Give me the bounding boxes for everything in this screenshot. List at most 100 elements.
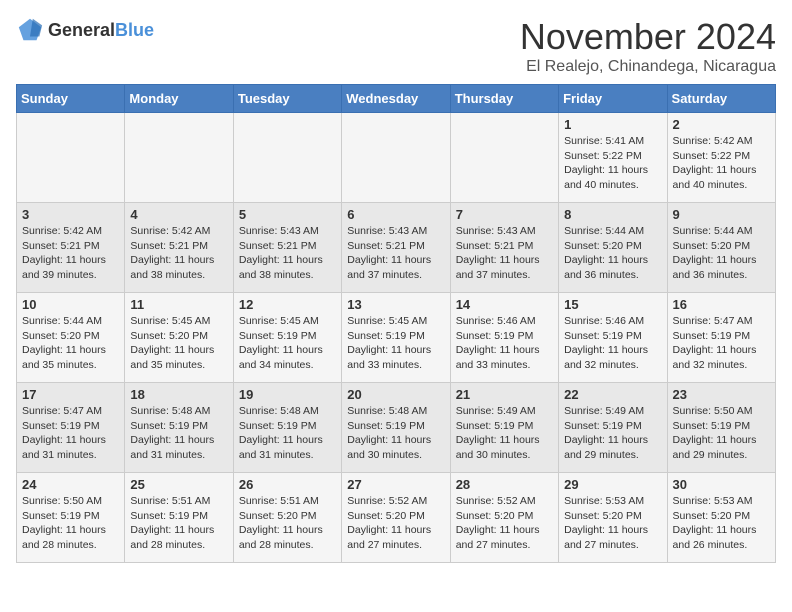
day-cell: 19 Sunrise: 5:48 AMSunset: 5:19 PMDayligh… xyxy=(233,383,341,473)
day-number: 4 xyxy=(130,207,227,222)
week-row-3: 10 Sunrise: 5:44 AMSunset: 5:20 PMDayligh… xyxy=(17,293,776,383)
day-info: Sunrise: 5:43 AMSunset: 5:21 PMDaylight:… xyxy=(456,224,553,283)
day-number: 30 xyxy=(673,477,770,492)
calendar-table: Sunday Monday Tuesday Wednesday Thursday… xyxy=(16,84,776,563)
day-number: 28 xyxy=(456,477,553,492)
day-number: 13 xyxy=(347,297,444,312)
day-cell xyxy=(125,113,233,203)
day-info: Sunrise: 5:47 AMSunset: 5:19 PMDaylight:… xyxy=(22,404,119,463)
day-cell: 15 Sunrise: 5:46 AMSunset: 5:19 PMDayligh… xyxy=(559,293,667,383)
day-info: Sunrise: 5:52 AMSunset: 5:20 PMDaylight:… xyxy=(347,494,444,553)
day-number: 14 xyxy=(456,297,553,312)
day-info: Sunrise: 5:44 AMSunset: 5:20 PMDaylight:… xyxy=(22,314,119,373)
day-cell: 24 Sunrise: 5:50 AMSunset: 5:19 PMDayligh… xyxy=(17,473,125,563)
day-cell: 3 Sunrise: 5:42 AMSunset: 5:21 PMDaylight… xyxy=(17,203,125,293)
day-info: Sunrise: 5:41 AMSunset: 5:22 PMDaylight:… xyxy=(564,134,661,193)
page-header: GeneralBlue November 2024 El Realejo, Ch… xyxy=(16,16,776,76)
day-number: 10 xyxy=(22,297,119,312)
day-info: Sunrise: 5:49 AMSunset: 5:19 PMDaylight:… xyxy=(456,404,553,463)
day-cell: 17 Sunrise: 5:47 AMSunset: 5:19 PMDayligh… xyxy=(17,383,125,473)
day-info: Sunrise: 5:45 AMSunset: 5:19 PMDaylight:… xyxy=(239,314,336,373)
day-number: 18 xyxy=(130,387,227,402)
week-row-4: 17 Sunrise: 5:47 AMSunset: 5:19 PMDayligh… xyxy=(17,383,776,473)
day-cell: 20 Sunrise: 5:48 AMSunset: 5:19 PMDayligh… xyxy=(342,383,450,473)
day-cell: 13Sunrise: 5:45 AMSunset: 5:19 PMDayligh… xyxy=(342,293,450,383)
weekday-header-row: Sunday Monday Tuesday Wednesday Thursday… xyxy=(17,85,776,113)
day-number: 19 xyxy=(239,387,336,402)
day-info: Sunrise: 5:42 AMSunset: 5:21 PMDaylight:… xyxy=(130,224,227,283)
day-number: 8 xyxy=(564,207,661,222)
day-info: Sunrise: 5:48 AMSunset: 5:19 PMDaylight:… xyxy=(239,404,336,463)
logo-icon xyxy=(16,16,44,44)
day-number: 23 xyxy=(673,387,770,402)
calendar-subtitle: El Realejo, Chinandega, Nicaragua xyxy=(520,58,776,76)
day-info: Sunrise: 5:48 AMSunset: 5:19 PMDaylight:… xyxy=(130,404,227,463)
day-info: Sunrise: 5:49 AMSunset: 5:19 PMDaylight:… xyxy=(564,404,661,463)
day-cell: 11 Sunrise: 5:45 AMSunset: 5:20 PMDayligh… xyxy=(125,293,233,383)
logo-text-blue: Blue xyxy=(115,20,154,40)
day-cell: 4 Sunrise: 5:42 AMSunset: 5:21 PMDaylight… xyxy=(125,203,233,293)
day-info: Sunrise: 5:50 AMSunset: 5:19 PMDaylight:… xyxy=(22,494,119,553)
day-info: Sunrise: 5:53 AMSunset: 5:20 PMDaylight:… xyxy=(564,494,661,553)
day-info: Sunrise: 5:45 AMSunset: 5:20 PMDaylight:… xyxy=(130,314,227,373)
day-number: 7 xyxy=(456,207,553,222)
day-cell: 22 Sunrise: 5:49 AMSunset: 5:19 PMDayligh… xyxy=(559,383,667,473)
day-number: 22 xyxy=(564,387,661,402)
week-row-5: 24 Sunrise: 5:50 AMSunset: 5:19 PMDayligh… xyxy=(17,473,776,563)
day-cell: 21 Sunrise: 5:49 AMSunset: 5:19 PMDayligh… xyxy=(450,383,558,473)
day-info: Sunrise: 5:47 AMSunset: 5:19 PMDaylight:… xyxy=(673,314,770,373)
day-number: 27 xyxy=(347,477,444,492)
day-cell: 6 Sunrise: 5:43 AMSunset: 5:21 PMDaylight… xyxy=(342,203,450,293)
day-info: Sunrise: 5:42 AMSunset: 5:21 PMDaylight:… xyxy=(22,224,119,283)
day-cell xyxy=(17,113,125,203)
day-number: 6 xyxy=(347,207,444,222)
day-cell: 26 Sunrise: 5:51 AMSunset: 5:20 PMDayligh… xyxy=(233,473,341,563)
day-number: 5 xyxy=(239,207,336,222)
day-cell: 5 Sunrise: 5:43 AMSunset: 5:21 PMDaylight… xyxy=(233,203,341,293)
day-info: Sunrise: 5:51 AMSunset: 5:20 PMDaylight:… xyxy=(239,494,336,553)
day-info: Sunrise: 5:44 AMSunset: 5:20 PMDaylight:… xyxy=(564,224,661,283)
day-number: 20 xyxy=(347,387,444,402)
day-number: 1 xyxy=(564,117,661,132)
logo: GeneralBlue xyxy=(16,16,154,44)
day-number: 15 xyxy=(564,297,661,312)
day-cell: 10 Sunrise: 5:44 AMSunset: 5:20 PMDayligh… xyxy=(17,293,125,383)
day-number: 21 xyxy=(456,387,553,402)
day-cell: 7 Sunrise: 5:43 AMSunset: 5:21 PMDaylight… xyxy=(450,203,558,293)
day-number: 17 xyxy=(22,387,119,402)
day-cell: 29 Sunrise: 5:53 AMSunset: 5:20 PMDayligh… xyxy=(559,473,667,563)
day-cell: 27 Sunrise: 5:52 AMSunset: 5:20 PMDayligh… xyxy=(342,473,450,563)
day-cell: 16 Sunrise: 5:47 AMSunset: 5:19 PMDayligh… xyxy=(667,293,775,383)
day-number: 3 xyxy=(22,207,119,222)
day-number: 11 xyxy=(130,297,227,312)
day-cell xyxy=(342,113,450,203)
day-cell: 8 Sunrise: 5:44 AMSunset: 5:20 PMDaylight… xyxy=(559,203,667,293)
day-cell: 25 Sunrise: 5:51 AMSunset: 5:19 PMDayligh… xyxy=(125,473,233,563)
day-cell: 23Sunrise: 5:50 AMSunset: 5:19 PMDayligh… xyxy=(667,383,775,473)
calendar-title: November 2024 xyxy=(520,16,776,58)
day-info: Sunrise: 5:51 AMSunset: 5:19 PMDaylight:… xyxy=(130,494,227,553)
day-number: 29 xyxy=(564,477,661,492)
day-number: 9 xyxy=(673,207,770,222)
day-info: Sunrise: 5:43 AMSunset: 5:21 PMDaylight:… xyxy=(347,224,444,283)
day-cell: 1 Sunrise: 5:41 AMSunset: 5:22 PMDaylight… xyxy=(559,113,667,203)
day-cell: 2Sunrise: 5:42 AMSunset: 5:22 PMDaylight… xyxy=(667,113,775,203)
header-sunday: Sunday xyxy=(17,85,125,113)
day-number: 26 xyxy=(239,477,336,492)
day-info: Sunrise: 5:44 AMSunset: 5:20 PMDaylight:… xyxy=(673,224,770,283)
day-number: 16 xyxy=(673,297,770,312)
day-number: 24 xyxy=(22,477,119,492)
header-wednesday: Wednesday xyxy=(342,85,450,113)
title-section: November 2024 El Realejo, Chinandega, Ni… xyxy=(520,16,776,76)
logo-text-general: General xyxy=(48,20,115,40)
day-number: 2 xyxy=(673,117,770,132)
day-cell: 30Sunrise: 5:53 AMSunset: 5:20 PMDayligh… xyxy=(667,473,775,563)
day-info: Sunrise: 5:46 AMSunset: 5:19 PMDaylight:… xyxy=(564,314,661,373)
day-number: 25 xyxy=(130,477,227,492)
day-cell: 28 Sunrise: 5:52 AMSunset: 5:20 PMDayligh… xyxy=(450,473,558,563)
day-info: Sunrise: 5:52 AMSunset: 5:20 PMDaylight:… xyxy=(456,494,553,553)
day-info: Sunrise: 5:48 AMSunset: 5:19 PMDaylight:… xyxy=(347,404,444,463)
header-thursday: Thursday xyxy=(450,85,558,113)
day-info: Sunrise: 5:43 AMSunset: 5:21 PMDaylight:… xyxy=(239,224,336,283)
day-cell xyxy=(450,113,558,203)
